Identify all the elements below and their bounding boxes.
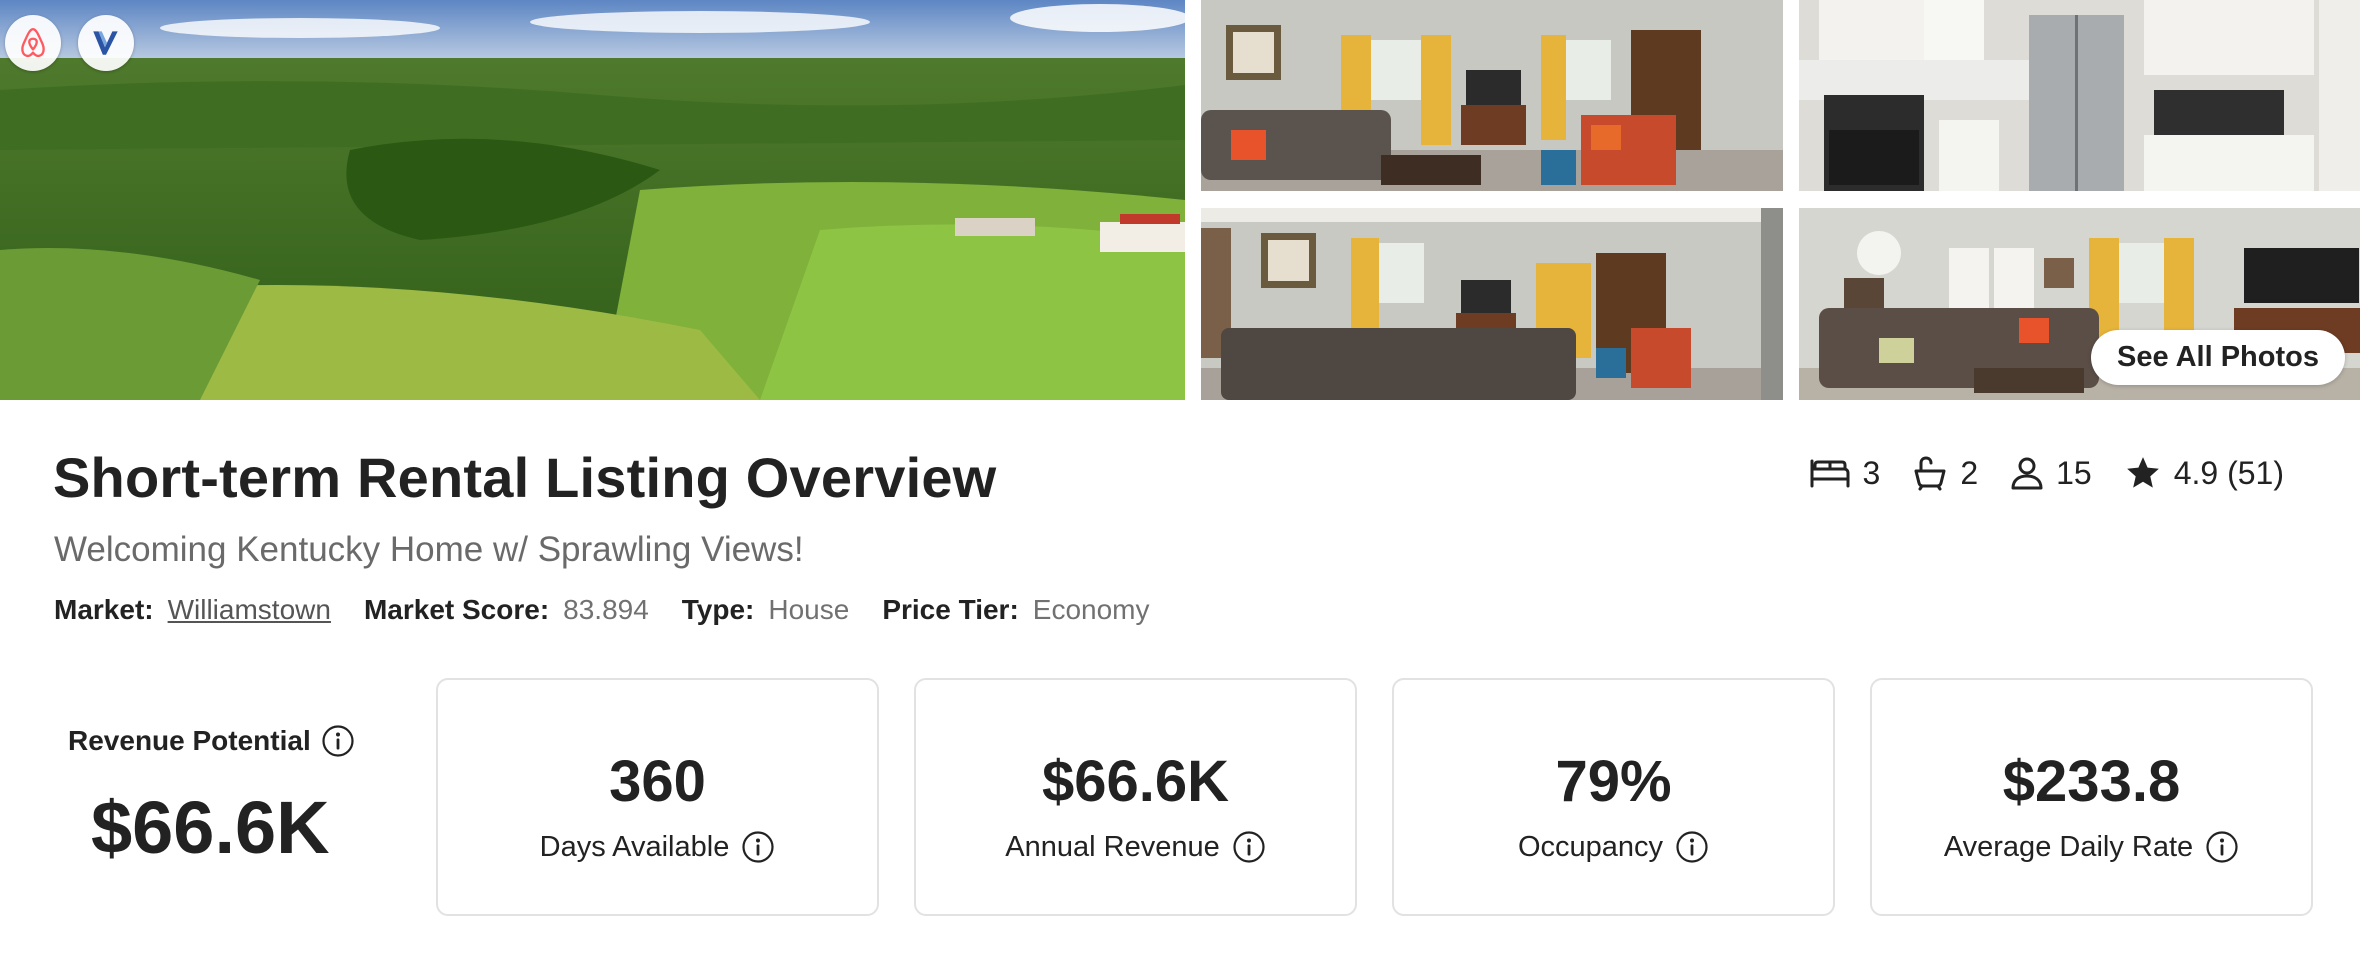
metric-label: Annual Revenue [916,830,1355,864]
listing-meta: Market: Williamstown Market Score: 83.89… [54,594,1183,626]
page-title: Short-term Rental Listing Overview [53,446,997,509]
metric-label-text: Annual Revenue [1005,830,1220,863]
star-icon [2126,457,2159,488]
price-tier-value: Economy [1032,594,1150,625]
metric-label-text: Average Daily Rate [1943,830,2194,863]
bed-icon [1810,459,1850,488]
market-score-label: Market Score: [363,594,550,625]
bedrooms-count: 3 [1862,454,1881,491]
listing-stats: 3 2 15 4.9 (51) [1777,452,2284,494]
bedrooms-stat: 3 [1809,454,1881,492]
metric-value: 79% [1555,749,1672,814]
metric-value: $66.6K [1041,749,1230,814]
metric-label: Occupancy [1394,830,1833,864]
listing-name: Welcoming Kentucky Home w/ Sprawling Vie… [54,530,804,569]
metric-label: Average Daily Rate [1872,830,2311,864]
occupancy-card: 79% Occupancy [1392,678,1835,916]
revenue-potential-value: $66.6K [91,786,330,869]
airbnb-icon[interactable] [5,15,61,71]
metric-label-text: Days Available [539,830,730,863]
info-icon[interactable] [1232,830,1266,864]
info-icon[interactable] [741,830,775,864]
vrbo-icon[interactable] [78,15,134,71]
type-label: Type: [681,594,755,625]
price-tier-label: Price Tier: [882,594,1019,625]
market-label: Market: [54,594,154,625]
average-daily-rate-card: $233.8 Average Daily Rate [1870,678,2313,916]
photo-gallery: See All Photos [0,0,2360,400]
market-score-value: 83.894 [563,594,649,625]
rating-value: 4.9 (51) [2173,454,2284,491]
living-room-photo[interactable] [1201,0,1783,191]
annual-revenue-card: $66.6K Annual Revenue [914,678,1357,916]
revenue-potential-text: Revenue Potential [68,725,311,756]
person-icon [2011,457,2043,490]
bathtub-icon [1914,456,1946,491]
info-icon[interactable] [1675,830,1709,864]
days-available-card: 360 Days Available [436,678,879,916]
bathrooms-stat: 2 [1912,455,1978,492]
guests-count: 15 [2056,454,2092,491]
info-icon[interactable] [2205,830,2239,864]
living-room-wide-photo[interactable] [1201,208,1783,400]
info-icon[interactable] [321,724,355,758]
market-link[interactable]: Williamstown [168,594,331,626]
metric-value: $233.8 [2002,749,2181,814]
rating-stat: 4.9 (51) [2124,454,2284,492]
metric-label-text: Occupancy [1517,830,1664,863]
guests-stat: 15 [2010,455,2092,492]
bathrooms-count: 2 [1960,454,1979,491]
metric-value: 360 [609,749,706,814]
main-photo[interactable] [0,0,1185,400]
revenue-potential-label: Revenue Potential [68,724,355,758]
see-all-photos-button[interactable]: See All Photos [2091,330,2345,385]
metric-label: Days Available [438,830,877,864]
kitchen-photo[interactable] [1799,0,2360,191]
type-value: House [768,594,850,625]
